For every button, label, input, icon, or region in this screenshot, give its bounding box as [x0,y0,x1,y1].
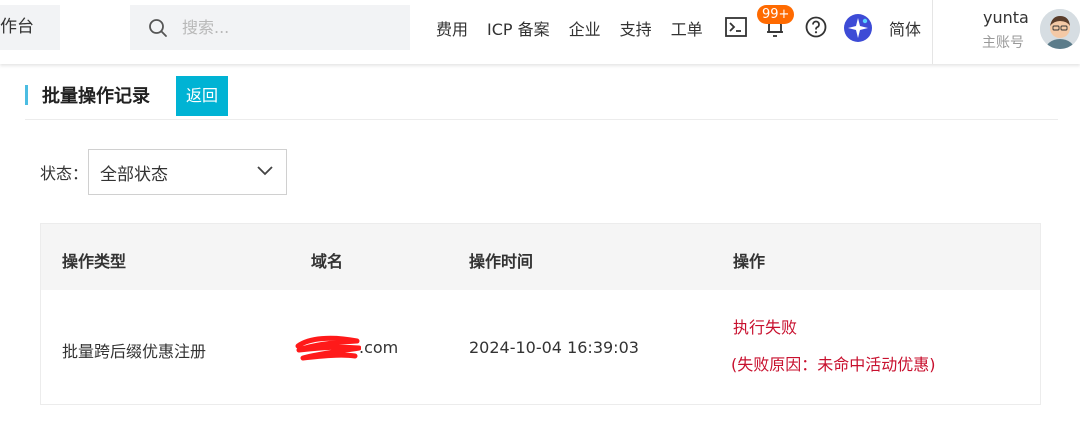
chevron-down-icon [257,166,273,176]
back-button[interactable]: 返回 [176,76,228,116]
language-switch[interactable]: 简体 [889,16,921,40]
records-table: 操作类型 域名 操作时间 操作 批量跨后缀优惠注册 .com 2024-10-0… [40,223,1041,405]
top-nav-menu: 费用 ICP 备案 企业 支持 工单 [436,0,722,56]
help-icon [805,16,827,38]
terminal-icon [725,17,747,37]
nav-item-icp[interactable]: ICP 备案 [487,16,550,40]
cell-domain: .com [359,338,399,357]
terminal-button[interactable] [723,14,749,40]
nav-item-enterprise[interactable]: 企业 [569,16,601,40]
status-select[interactable]: 全部状态 [88,149,287,195]
page-title: 批量操作记录 [42,86,150,107]
table-header: 操作类型 域名 操作时间 操作 [41,224,1040,290]
ai-assistant-button[interactable] [843,13,873,43]
help-button[interactable] [803,14,829,40]
sparkle-icon [844,14,872,42]
nav-item-billing[interactable]: 费用 [436,16,468,40]
cell-status: 执行失败 [733,318,798,337]
search-icon [149,18,167,37]
vertical-divider [932,0,933,64]
status-select-value: 全部状态 [100,164,168,185]
avatar[interactable] [1040,9,1080,49]
user-avatar-icon [1040,9,1080,49]
search-box[interactable] [130,5,410,50]
search-input[interactable] [182,18,382,37]
title-accent-bar [25,85,28,105]
status-filter-label: 状态： [40,164,89,183]
column-header-time: 操作时间 [469,252,534,271]
account-type: 主账号 [982,35,1024,51]
cell-operation-time: 2024-10-04 16:39:03 [469,338,639,357]
column-header-domain: 域名 [311,252,344,271]
notification-badge: 99+ [757,5,795,24]
column-header-action: 操作 [733,252,766,271]
top-navbar: 工作台 费用 ICP 备案 企业 支持 工单 99+ [0,0,1080,64]
workbench-link[interactable]: 工作台 [0,5,60,50]
nav-item-tickets[interactable]: 工单 [671,16,703,40]
username[interactable]: yunta [983,8,1029,27]
column-header-type: 操作类型 [62,252,127,271]
redaction-scribble [295,335,361,361]
cell-failure-reason: (失败原因：未命中活动优惠) [731,355,936,374]
cell-operation-type: 批量跨后缀优惠注册 [62,342,207,361]
nav-item-support[interactable]: 支持 [620,16,652,40]
page-header: 批量操作记录 返回 [25,76,1058,120]
workbench-label: 工作台 [0,17,34,37]
